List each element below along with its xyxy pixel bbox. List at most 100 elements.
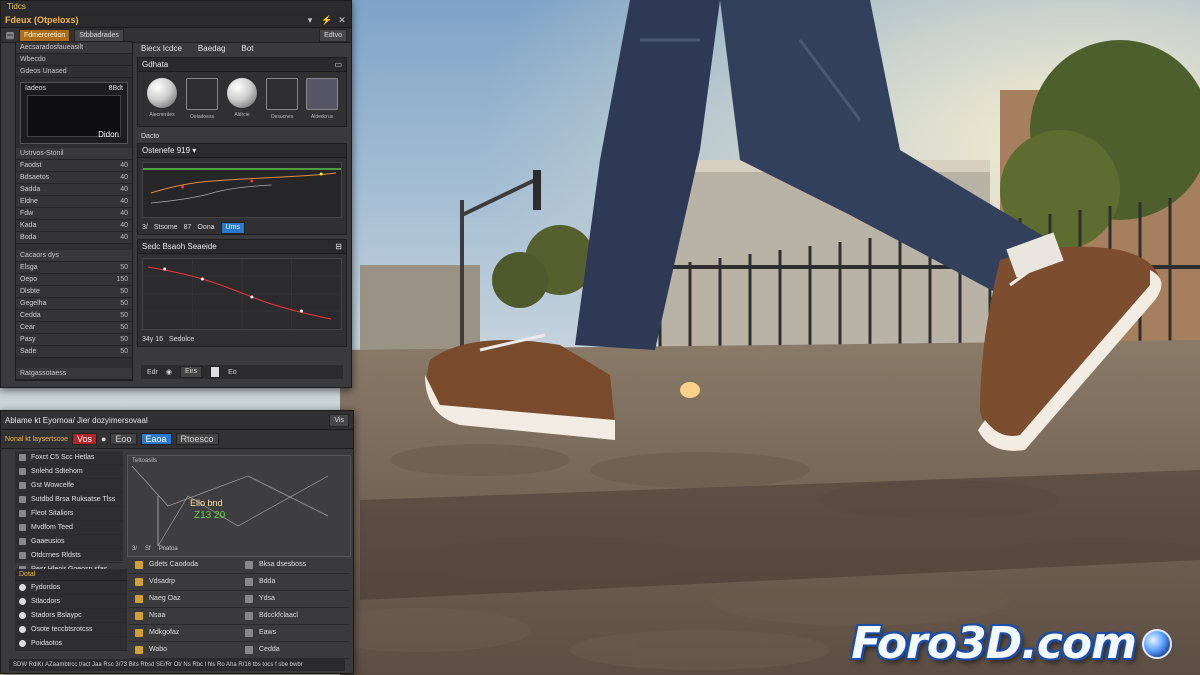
asset-cell[interactable]: Vdsadrp [129, 574, 239, 591]
property-row[interactable]: Pasy 50 [16, 334, 132, 346]
scene-list-item[interactable]: Mvdfom Teed [15, 521, 123, 535]
record-icon[interactable]: ● [101, 434, 106, 444]
section-header-colors[interactable]: Cacaors dys [16, 250, 132, 262]
asset-cell[interactable]: Ydsa [239, 591, 349, 608]
asset-cell[interactable]: Naeg Oaz [129, 591, 239, 608]
radio-icon[interactable] [19, 640, 26, 647]
tab-bot[interactable]: Bot [242, 41, 254, 57]
curve-footer-item[interactable]: Stsome [154, 222, 178, 234]
property-row[interactable]: Cedda 50 [16, 310, 132, 322]
asset-cell[interactable]: Bdcckfclaacl [239, 608, 349, 625]
btn-eo[interactable]: Eo [228, 369, 237, 376]
property-value[interactable]: 40 [120, 184, 128, 195]
lightning-icon[interactable]: ⚡ [321, 15, 332, 25]
scene-list-item[interactable]: Gaaeusios [15, 535, 123, 549]
property-row[interactable]: Gegelha 50 [16, 298, 132, 310]
tool-chip[interactable]: Eoo [110, 433, 137, 445]
property-value[interactable]: 40 [120, 160, 128, 171]
property-value[interactable]: 150 [116, 274, 128, 285]
viewport-footer-item[interactable]: Pnatoa [159, 546, 178, 556]
pin-icon[interactable]: ▾ [305, 15, 315, 25]
scene-list-item[interactable]: Otdcrnes Rldsts [15, 549, 123, 563]
property-value[interactable]: 50 [120, 262, 128, 273]
viewport[interactable]: Tettoaslls Ello bnd Z13 20 3/ Sf Pnatoa [127, 455, 351, 557]
property-row[interactable]: Elsga 50 [16, 262, 132, 274]
toolbar-item-edit[interactable]: Edtvo [319, 28, 347, 42]
bottom-window-title-right[interactable]: Vis [329, 413, 349, 427]
scene-list-item[interactable]: Fleot Sitaliors [15, 507, 123, 521]
property-row[interactable]: Faodst 40 [16, 160, 132, 172]
tool-chip[interactable]: Rtoesco [175, 433, 219, 445]
property-row[interactable]: Boda 40 [16, 232, 132, 244]
radio-icon[interactable] [19, 626, 26, 633]
property-value[interactable]: 50 [120, 286, 128, 297]
expand-icon[interactable]: ⊟ [335, 240, 342, 253]
property-row[interactable]: Fdw 40 [16, 208, 132, 220]
object-icon [19, 552, 26, 559]
lower-row[interactable]: Fydordos [15, 581, 127, 595]
material-swatch[interactable]: Oesucnes [266, 78, 298, 120]
tool-chip[interactable]: Vos [72, 433, 98, 445]
tool-chip[interactable]: Eaoa [140, 433, 172, 445]
property-value[interactable]: 50 [120, 310, 128, 321]
asset-cell[interactable]: Cedda [239, 642, 349, 659]
curve-header-value[interactable]: 919 [177, 146, 190, 155]
property-row[interactable]: Cear 50 [16, 322, 132, 334]
property-row[interactable]: Eldne 40 [16, 196, 132, 208]
property-value[interactable]: 40 [120, 220, 128, 231]
asset-cell[interactable]: Wabo [129, 642, 239, 659]
radio-icon[interactable] [19, 598, 26, 605]
curve-footer-item[interactable]: Ums [220, 222, 245, 234]
scene-list-item[interactable]: Sutdbd Brsa Ruksatse Tlss [15, 493, 123, 507]
property-row[interactable]: Sade 50 [16, 346, 132, 358]
radio-icon[interactable] [19, 612, 26, 619]
tab-baedag[interactable]: Baedag [198, 41, 226, 57]
lower-row[interactable]: Stadors Bslaypc [15, 609, 127, 623]
asset-cell[interactable]: Eaws [239, 625, 349, 642]
scene-list-item[interactable]: Gst Wowcelfe [15, 479, 123, 493]
section-header-strokes[interactable]: Ustrvos-Stonil [16, 148, 132, 160]
property-value[interactable]: 40 [120, 172, 128, 183]
close-icon[interactable]: ✕ [337, 15, 347, 25]
tab-blocks[interactable]: Biecx Icdce [141, 41, 182, 57]
btn-edit[interactable]: Edr [147, 369, 158, 376]
asset-cell[interactable]: Mdkgofaz [129, 625, 239, 642]
property-value[interactable]: 50 [120, 346, 128, 357]
asset-cell[interactable]: Bksa dsesboss [239, 557, 349, 574]
scene-list-item[interactable]: Snlehd Sdtehom [15, 465, 123, 479]
material-swatch[interactable]: Aldedcrus [306, 78, 338, 120]
asset-cell[interactable]: Gdets Caododa [129, 557, 239, 574]
thumbnail-preview[interactable]: Iadeos 8Bdt Didon [20, 82, 128, 144]
curve-editor[interactable] [142, 162, 342, 218]
file-icon[interactable]: ▤ [5, 30, 15, 40]
asset-cell[interactable]: Bdda [239, 574, 349, 591]
property-value[interactable]: 40 [120, 232, 128, 243]
lower-row[interactable]: Osote teccbtsrotcss [15, 623, 127, 637]
asset-cell[interactable]: Nsaa [129, 608, 239, 625]
scene-list-item[interactable]: Foxct C5 Scc Hetlas [15, 451, 123, 465]
btn-eirs[interactable]: Eirs [180, 366, 203, 378]
record-icon[interactable]: ◉ [166, 368, 172, 376]
property-value[interactable]: 50 [120, 298, 128, 309]
lower-row[interactable]: Poidaotos [15, 637, 127, 651]
property-value[interactable]: 40 [120, 208, 128, 219]
spline-graph[interactable] [142, 258, 342, 330]
property-value[interactable]: 40 [120, 196, 128, 207]
property-value[interactable]: 50 [120, 334, 128, 345]
material-swatch[interactable]: Aiecmrrdes [146, 78, 178, 120]
property-row[interactable]: Kada 40 [16, 220, 132, 232]
toggle-icon[interactable] [210, 366, 221, 378]
material-swatch[interactable]: Aldrcie [226, 78, 258, 120]
property-row[interactable]: Bdsaetos 40 [16, 172, 132, 184]
toolbar-item-grades[interactable]: Stbbadrades [74, 28, 124, 42]
radio-icon[interactable] [19, 584, 26, 591]
curve-footer-item[interactable]: Oona [197, 222, 214, 234]
property-value[interactable]: 50 [120, 322, 128, 333]
material-swatch[interactable]: Oeladoess [186, 78, 218, 120]
property-row[interactable]: Dlsbte 50 [16, 286, 132, 298]
lower-row[interactable]: Stlacdors [15, 595, 127, 609]
property-row[interactable]: Oepo 150 [16, 274, 132, 286]
collapse-icon[interactable]: ▭ [334, 58, 342, 71]
toolbar-item-creation[interactable]: Fdmercretion [19, 28, 71, 42]
property-row[interactable]: Sadda 40 [16, 184, 132, 196]
